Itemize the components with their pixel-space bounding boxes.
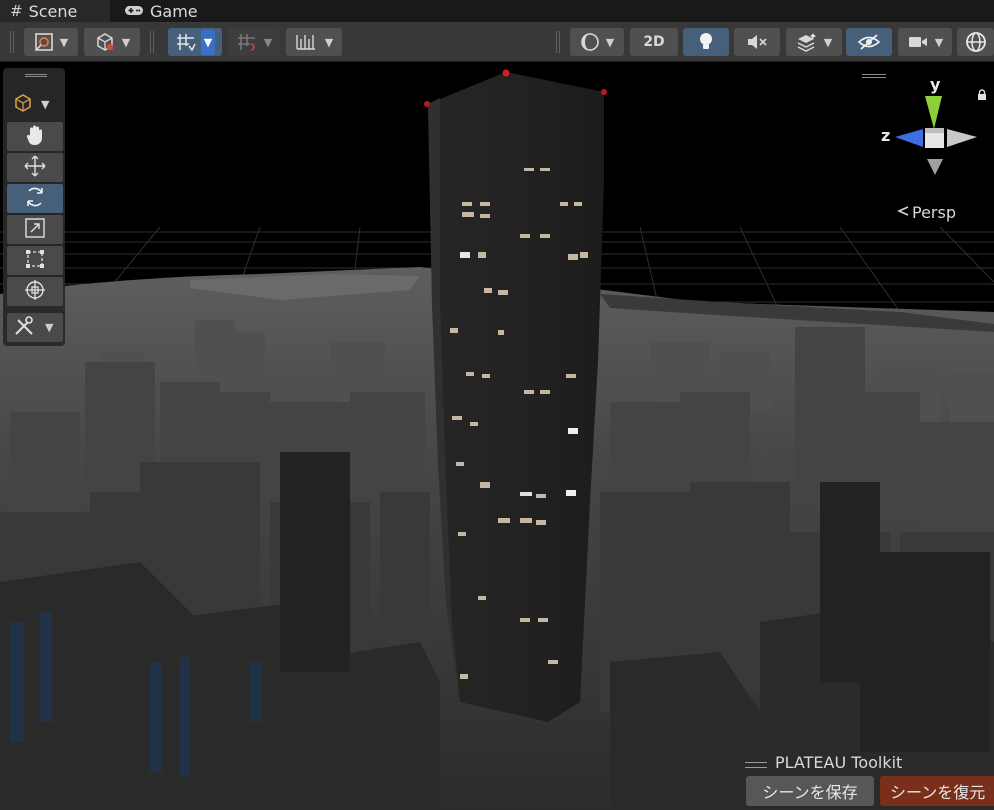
scale-tool-button[interactable] xyxy=(7,215,63,244)
tab-scene[interactable]: # Scene xyxy=(0,0,110,22)
plateau-toolkit-overlay: PLATEAU Toolkit シーンを保存 シーンを復元 xyxy=(737,752,994,810)
tools-icon xyxy=(13,315,35,341)
restore-scene-button[interactable]: シーンを復元 xyxy=(880,776,994,806)
cube-settings-icon xyxy=(94,32,116,52)
tools-overlay: ▼ ▼ xyxy=(3,68,65,346)
window-tab-bar: # Scene Game xyxy=(0,0,994,22)
gizmo-y-label: y xyxy=(930,75,941,94)
draw-mode-dropdown[interactable]: ▼ xyxy=(24,28,78,56)
lighting-toggle[interactable] xyxy=(683,28,729,56)
rotate-arrows-icon xyxy=(23,185,47,213)
chevron-down-icon: ▼ xyxy=(121,35,131,49)
tab-game-label: Game xyxy=(150,1,198,21)
toggle-2d-button[interactable]: 2D xyxy=(630,28,678,56)
lightbulb-icon xyxy=(698,32,714,52)
scale-icon xyxy=(24,217,46,243)
tab-game[interactable]: Game xyxy=(124,0,198,22)
chevron-down-icon: ▼ xyxy=(200,29,216,55)
chevron-down-icon: ▼ xyxy=(324,35,334,49)
layers-sparkle-icon xyxy=(796,32,818,52)
cube-icon xyxy=(13,93,33,117)
render-mode-dropdown[interactable]: ▼ xyxy=(84,28,140,56)
chevron-down-icon: ▼ xyxy=(263,35,273,49)
video-camera-icon xyxy=(907,34,929,50)
effects-dropdown[interactable]: ▼ xyxy=(786,28,842,56)
rect-transform-icon xyxy=(24,248,46,274)
chevron-down-icon: ▼ xyxy=(45,321,54,334)
move-arrows-icon xyxy=(23,154,47,182)
chevron-down-icon: ▼ xyxy=(59,35,69,49)
hidden-objects-toggle[interactable] xyxy=(846,28,892,56)
projection-label: Persp xyxy=(912,203,956,222)
tool-context-dropdown[interactable]: ▼ xyxy=(7,90,63,119)
transform-tool-button[interactable] xyxy=(7,277,63,306)
gamepad-icon xyxy=(124,2,144,21)
view-tool-button[interactable] xyxy=(7,122,63,151)
scene-toolbar: ▼ ▼ ▼ ▼ ▼ ▼ 2D ▼ ▼ xyxy=(0,22,994,62)
increment-snapping-dropdown[interactable]: ▼ xyxy=(228,28,280,56)
toolbar-grip[interactable] xyxy=(150,31,154,53)
chevron-down-icon: ▼ xyxy=(823,35,833,49)
save-scene-button[interactable]: シーンを保存 xyxy=(746,776,874,806)
plateau-title: PLATEAU Toolkit xyxy=(775,753,903,772)
overlay-drag-handle[interactable] xyxy=(745,762,767,768)
gizmo-z-label: z xyxy=(881,126,891,145)
shading-dropdown[interactable]: ▼ xyxy=(570,28,624,56)
transform-icon xyxy=(23,278,47,306)
chevron-down-icon: ▼ xyxy=(41,98,50,111)
chevron-down-icon: ▼ xyxy=(605,35,615,49)
hand-icon xyxy=(25,124,45,150)
camera-dropdown[interactable]: ▼ xyxy=(898,28,952,56)
speaker-muted-icon xyxy=(746,33,768,51)
scene-orientation-gizmo[interactable]: y z xyxy=(881,75,985,184)
grid-snapping-dropdown[interactable]: ▼ xyxy=(168,28,222,56)
chevron-left-icon xyxy=(896,203,910,222)
ruler-dropdown[interactable]: ▼ xyxy=(286,28,342,56)
tab-scene-label: Scene xyxy=(28,1,78,21)
toolbar-grip[interactable] xyxy=(556,31,560,53)
projection-toggle[interactable]: Persp xyxy=(896,203,956,222)
scene-viewport[interactable] xyxy=(0,62,994,810)
toolbar-grip[interactable] xyxy=(10,31,14,53)
rect-tool-button[interactable] xyxy=(7,246,63,275)
custom-tools-dropdown[interactable]: ▼ xyxy=(7,313,63,342)
chevron-down-icon: ▼ xyxy=(934,35,944,49)
rotate-tool-button[interactable] xyxy=(7,184,63,213)
city-3d-render xyxy=(0,62,994,810)
gizmo-sphere-icon xyxy=(964,30,988,54)
gizmos-toggle[interactable] xyxy=(957,28,994,56)
eye-slash-icon xyxy=(857,33,881,51)
overlay-drag-handle[interactable] xyxy=(25,74,47,77)
increment-snap-icon xyxy=(236,32,258,52)
draw-mode-icon xyxy=(34,32,54,52)
ruler-icon xyxy=(295,33,319,51)
grid-snap-icon xyxy=(175,32,197,52)
sphere-shading-icon xyxy=(580,32,600,52)
hash-icon: # xyxy=(10,2,23,20)
gizmo-drag-handle[interactable] xyxy=(862,74,886,78)
audio-toggle[interactable] xyxy=(734,28,780,56)
move-tool-button[interactable] xyxy=(7,153,63,182)
